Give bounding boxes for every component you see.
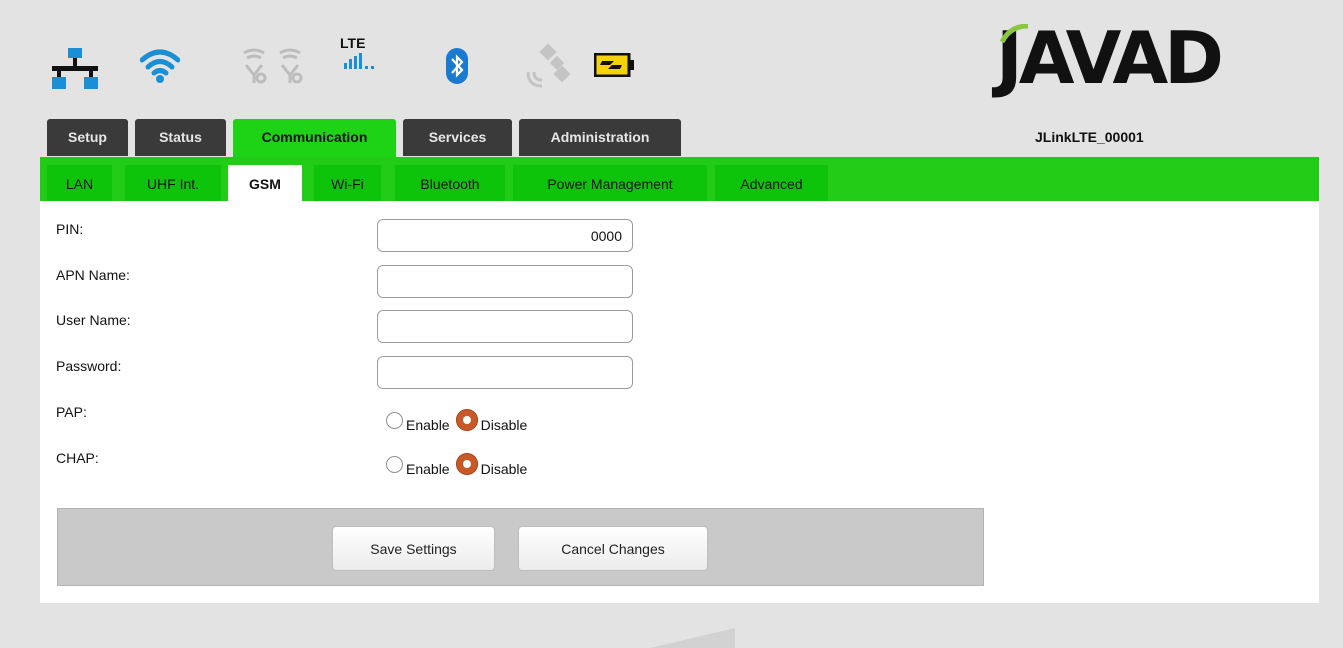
user-name-field[interactable] bbox=[377, 310, 633, 343]
tab-services[interactable]: Services bbox=[403, 119, 512, 156]
decorative-triangle bbox=[650, 628, 735, 648]
uhf-antenna-icon bbox=[243, 48, 303, 84]
pap-label: PAP: bbox=[56, 404, 87, 420]
pin-label: PIN: bbox=[56, 221, 84, 237]
password-label: Password: bbox=[56, 358, 122, 374]
pin-field[interactable] bbox=[377, 219, 633, 252]
save-settings-button[interactable]: Save Settings bbox=[332, 526, 495, 571]
button-bar: Save Settings Cancel Changes bbox=[57, 508, 984, 586]
bluetooth-icon bbox=[446, 48, 468, 84]
tab-status[interactable]: Status bbox=[135, 119, 226, 156]
subtab-uhf[interactable]: UHF Int. bbox=[125, 165, 221, 201]
tab-administration[interactable]: Administration bbox=[519, 119, 681, 156]
wifi-icon bbox=[140, 49, 180, 83]
lte-signal-icon: LTE bbox=[340, 35, 400, 75]
tab-communication[interactable]: Communication bbox=[233, 119, 396, 161]
network-icon bbox=[52, 48, 98, 89]
device-name: JLinkLTE_00001 bbox=[1035, 129, 1144, 145]
subtab-gsm[interactable]: GSM bbox=[228, 165, 302, 201]
pap-enable-radio[interactable] bbox=[386, 411, 403, 429]
tab-setup[interactable]: Setup bbox=[47, 119, 128, 156]
logo-swoosh-icon bbox=[1000, 24, 1029, 44]
satellite-icon bbox=[526, 43, 571, 88]
chap-enable-label: Enable bbox=[406, 461, 450, 477]
pap-disable-radio[interactable] bbox=[455, 409, 478, 431]
chap-enable-radio[interactable] bbox=[386, 455, 403, 473]
chap-disable-label: Disable bbox=[480, 461, 528, 477]
apn-label: APN Name: bbox=[56, 267, 130, 283]
user-name-label: User Name: bbox=[56, 312, 131, 328]
cancel-changes-button[interactable]: Cancel Changes bbox=[518, 526, 708, 571]
pap-enable-label: Enable bbox=[406, 417, 450, 433]
subtab-advanced[interactable]: Advanced bbox=[715, 165, 828, 201]
chap-label: CHAP: bbox=[56, 450, 99, 466]
password-field[interactable] bbox=[377, 356, 633, 389]
subtab-power-management[interactable]: Power Management bbox=[513, 165, 707, 201]
pap-disable-label: Disable bbox=[480, 417, 528, 433]
sub-tabs: LAN UHF Int. GSM Wi-Fi Bluetooth Power M… bbox=[40, 157, 1319, 201]
chap-disable-radio[interactable] bbox=[455, 453, 478, 475]
battery-charging-icon bbox=[594, 53, 634, 77]
subtab-lan[interactable]: LAN bbox=[47, 165, 112, 201]
chap-radio-group: Enable Disable bbox=[386, 453, 533, 477]
subtab-wifi[interactable]: Wi-Fi bbox=[314, 165, 381, 201]
gsm-settings-panel: PIN: APN Name: User Name: Password: PAP:… bbox=[40, 201, 1319, 603]
lte-label: LTE bbox=[340, 35, 366, 51]
apn-field[interactable] bbox=[377, 265, 633, 298]
pap-radio-group: Enable Disable bbox=[386, 409, 533, 433]
subtab-bluetooth[interactable]: Bluetooth bbox=[395, 165, 505, 201]
